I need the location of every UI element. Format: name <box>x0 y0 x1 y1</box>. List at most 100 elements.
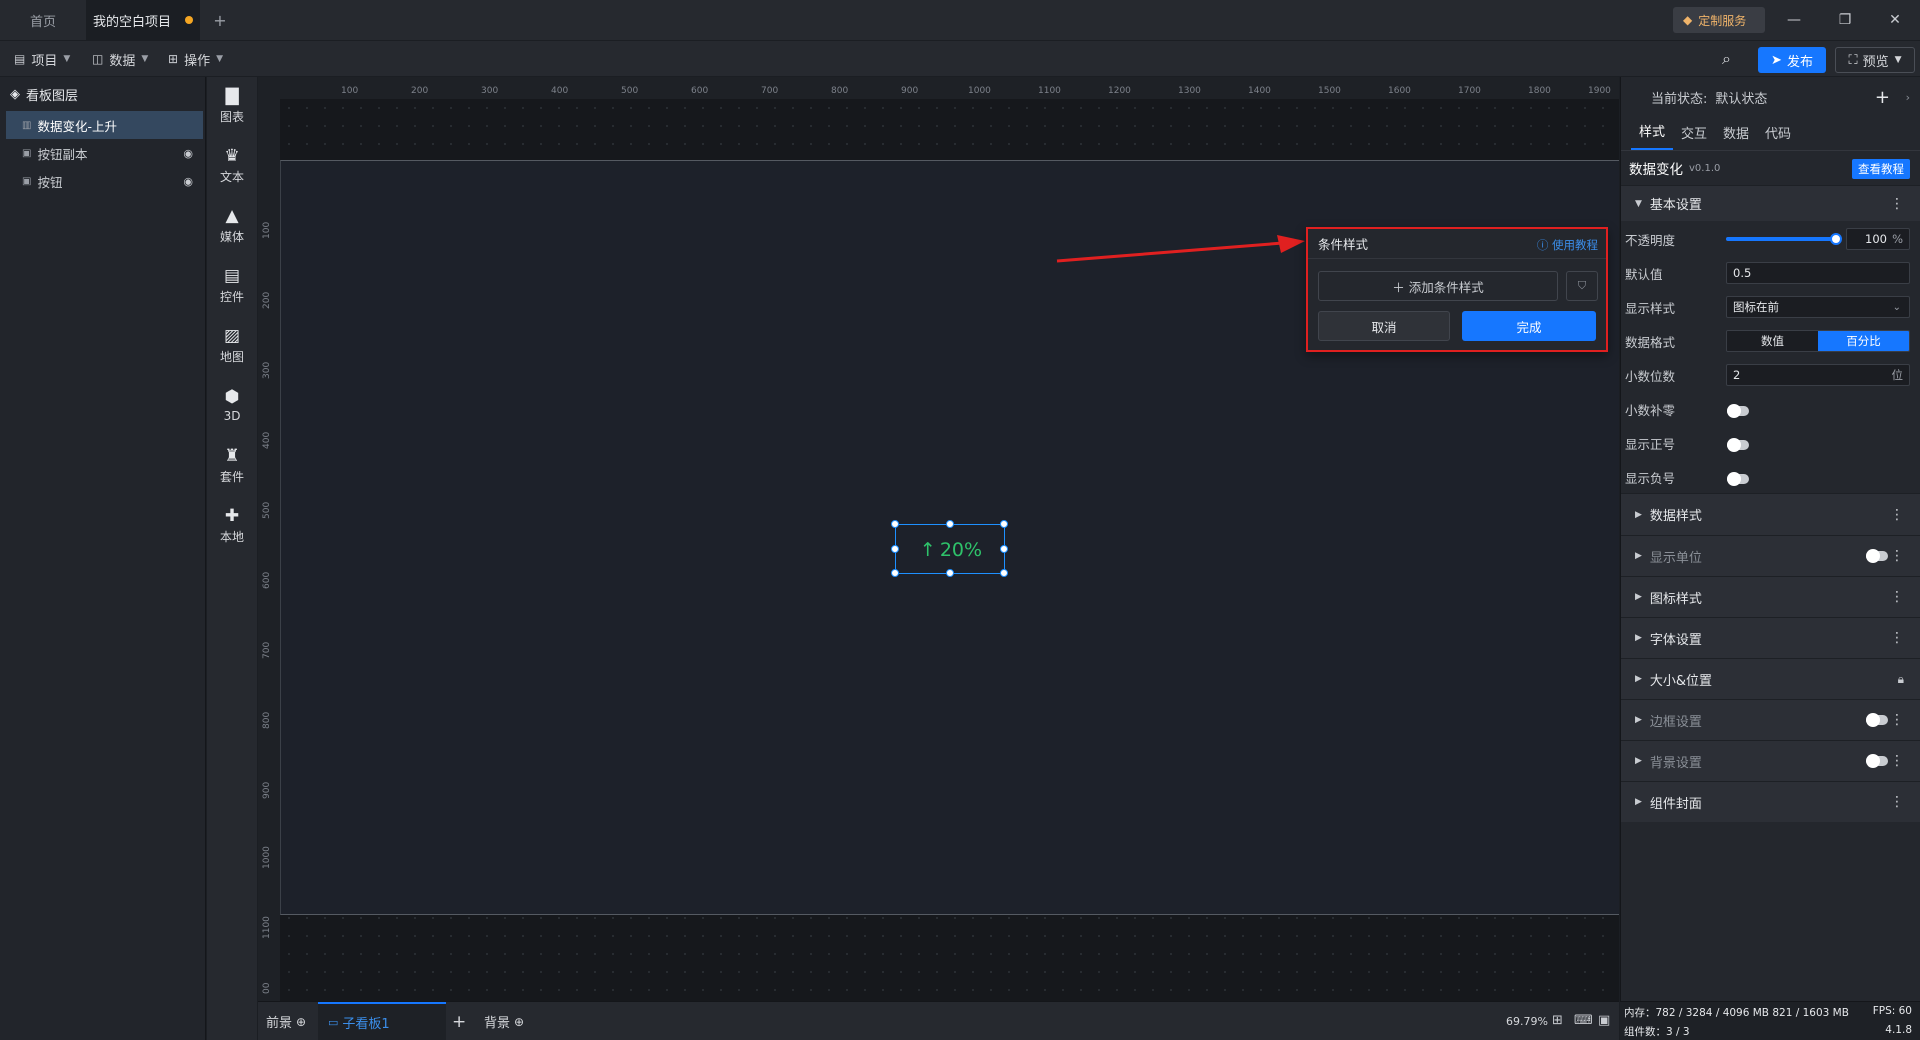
resize-handle[interactable] <box>891 545 899 553</box>
component-text[interactable]: ♛ 文本 <box>207 137 257 193</box>
background-toggle[interactable] <box>1866 754 1888 768</box>
more-icon[interactable]: ⋮ <box>1890 630 1904 646</box>
more-icon[interactable]: ⋮ <box>1890 753 1904 769</box>
component-map[interactable]: ▨ 地图 <box>207 317 257 373</box>
add-tab-button[interactable]: + <box>208 0 232 40</box>
opacity-slider[interactable] <box>1726 233 1842 245</box>
format-option-number[interactable]: 数值 <box>1727 331 1818 351</box>
section-show-unit[interactable]: ▶ 显示单位 ⋮ <box>1621 535 1920 576</box>
foreground-tab[interactable]: 前景 ⊕ <box>266 1002 306 1040</box>
tab-home[interactable]: 首页 <box>0 0 86 40</box>
show-unit-toggle[interactable] <box>1866 549 1888 563</box>
section-size-position[interactable]: ▶ 大小&位置 🔒︎ <box>1621 658 1920 699</box>
state-value[interactable]: 默认状态 <box>1715 88 1767 107</box>
hidden-eye-icon[interactable]: ◉ <box>183 147 193 160</box>
show-positive-toggle[interactable] <box>1727 438 1749 452</box>
add-condition-button[interactable]: ＋添加条件样式 <box>1318 271 1558 301</box>
restore-icon[interactable]: ❐ <box>1830 8 1860 32</box>
resize-handle[interactable] <box>891 569 899 577</box>
add-circle-icon[interactable]: ⊕ <box>296 1015 306 1029</box>
chevron-right-icon[interactable]: › <box>1906 91 1910 104</box>
keyboard-icon[interactable]: ⌨ <box>1574 1013 1593 1028</box>
resize-handle[interactable] <box>946 520 954 528</box>
tab-data[interactable]: 数据 <box>1715 123 1757 150</box>
component-local[interactable]: ✚ 本地 <box>207 497 257 553</box>
component-label: 地图 <box>219 349 244 364</box>
resize-handle[interactable] <box>891 520 899 528</box>
add-state-icon[interactable]: + <box>1875 87 1890 108</box>
layer-item[interactable]: ▣ 按钮 ◉ <box>0 167 205 195</box>
terminal-icon[interactable]: ▣ <box>1598 1013 1610 1028</box>
tab-interaction[interactable]: 交互 <box>1673 123 1715 150</box>
sub-board-tab[interactable]: ▭ 子看板1 <box>318 1002 446 1040</box>
cancel-button[interactable]: 取消 <box>1318 311 1450 341</box>
border-toggle[interactable] <box>1866 713 1888 727</box>
layer-item[interactable]: ▣ 按钮副本 ◉ <box>0 139 205 167</box>
custom-service-button[interactable]: ◆ 定制服务 <box>1673 7 1765 33</box>
search-icon[interactable]: ⌕ <box>1722 41 1731 77</box>
layer-item[interactable]: ▥ 数据变化-上升 <box>6 111 203 139</box>
tab-code[interactable]: 代码 <box>1757 123 1799 150</box>
data-menu[interactable]: ◫ 数据 ▼ <box>92 41 148 77</box>
component-chart[interactable]: ▇ 图表 <box>207 77 257 133</box>
section-basic[interactable]: ▼ 基本设置 ⋮ <box>1621 185 1920 221</box>
default-value-input[interactable]: 0.5 <box>1726 262 1910 284</box>
component-widget[interactable]: ▤ 控件 <box>207 257 257 313</box>
ruler-label: 700 <box>761 86 779 96</box>
more-icon[interactable]: ⋮ <box>1890 794 1904 810</box>
section-icon-style[interactable]: ▶ 图标样式 ⋮ <box>1621 576 1920 617</box>
background-label: 背景 <box>484 1016 511 1031</box>
data-change-widget[interactable]: ↑ 20% <box>891 520 1008 577</box>
operate-menu[interactable]: ⊞ 操作 ▼ <box>168 41 223 77</box>
component-kit[interactable]: ♜ 套件 <box>207 437 257 493</box>
lock-icon[interactable]: 🔒︎ <box>1898 672 1904 687</box>
section-font[interactable]: ▶ 字体设置 ⋮ <box>1621 617 1920 658</box>
ruler-label: 200 <box>411 86 429 96</box>
resize-handle[interactable] <box>1000 520 1008 528</box>
section-border[interactable]: ▶ 边框设置 ⋮ <box>1621 699 1920 740</box>
more-icon[interactable]: ⋮ <box>1890 589 1904 605</box>
section-cover[interactable]: ▶ 组件封面 ⋮ <box>1621 781 1920 822</box>
more-icon[interactable]: ⋮ <box>1890 507 1904 523</box>
resize-handle[interactable] <box>946 569 954 577</box>
display-style-select[interactable]: 图标在前 ⌄ <box>1726 296 1910 318</box>
section-data-style[interactable]: ▶ 数据样式 ⋮ <box>1621 493 1920 535</box>
opacity-input[interactable]: 100% <box>1846 228 1910 250</box>
add-circle-icon[interactable]: ⊕ <box>514 1015 524 1029</box>
more-icon[interactable]: ⋮ <box>1890 548 1904 564</box>
minimize-icon[interactable]: — <box>1779 8 1809 32</box>
tutorial-button[interactable]: 查看教程 <box>1852 159 1910 179</box>
data-format-segmented[interactable]: 数值 百分比 <box>1726 330 1910 352</box>
hidden-eye-icon[interactable]: ◉ <box>183 175 193 188</box>
resize-handle[interactable] <box>1000 545 1008 553</box>
format-option-percent[interactable]: 百分比 <box>1818 331 1909 351</box>
background-tab[interactable]: 背景 ⊕ <box>484 1002 524 1040</box>
button-layer-icon: ▣ <box>22 147 32 159</box>
opacity-slider-knob[interactable] <box>1830 233 1842 245</box>
fullscreen-icon: ⛶ <box>1848 52 1858 68</box>
more-icon[interactable]: ⋮ <box>1890 196 1904 212</box>
component-3d[interactable]: ⬢ 3D <box>207 377 257 433</box>
publish-button[interactable]: ➤ 发布 <box>1758 47 1826 73</box>
preview-button[interactable]: ⛶ 预览 ▼ <box>1835 47 1915 73</box>
add-board-icon[interactable]: + <box>452 1002 466 1040</box>
zoom-level[interactable]: 69.79% <box>1506 1002 1548 1040</box>
decimals-input[interactable]: 2位 <box>1726 364 1910 386</box>
more-icon[interactable]: ⋮ <box>1890 712 1904 728</box>
tab-style[interactable]: 样式 <box>1631 121 1674 150</box>
component-media[interactable]: ▲ 媒体 <box>207 197 257 253</box>
done-button[interactable]: 完成 <box>1462 311 1596 341</box>
resize-handle[interactable] <box>1000 569 1008 577</box>
close-icon[interactable]: ✕ <box>1880 8 1910 32</box>
project-menu[interactable]: ▤ 项目 ▼ <box>14 41 70 77</box>
unsaved-dot <box>185 16 193 24</box>
section-background[interactable]: ▶ 背景设置 ⋮ <box>1621 740 1920 781</box>
show-negative-toggle[interactable] <box>1727 472 1749 486</box>
help-link[interactable]: ⓘ 使用教程 <box>1537 237 1598 253</box>
zero-pad-toggle[interactable] <box>1727 404 1749 418</box>
filter-icon[interactable]: ⛉ <box>1566 271 1598 301</box>
grid-icon: ⊞ <box>168 52 179 66</box>
plus-icon: ＋ <box>1392 279 1405 295</box>
fit-screen-icon[interactable]: ⊞ <box>1552 1013 1563 1028</box>
tab-project[interactable]: 我的空白项目 <box>86 0 200 40</box>
